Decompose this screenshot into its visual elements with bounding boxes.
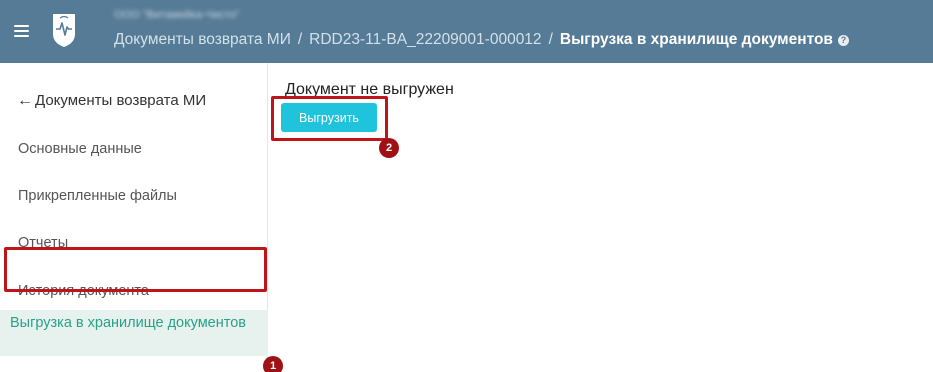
hamburger-menu-icon[interactable] [14,20,34,42]
sidebar: ← Документы возврата МИ Основные данные П… [0,63,268,372]
highlight-frame-1 [4,247,267,292]
highlight-frame-2 [271,96,388,141]
help-icon[interactable]: ? [837,35,849,46]
organization-name: ООО "Витамейка-Чисто" [114,9,240,21]
breadcrumb-separator: / [297,31,303,48]
app-logo-icon [53,14,75,47]
breadcrumb: Документы возврата МИ / RDD23-11-BA_222090… [114,30,849,50]
step-marker-2: 2 [379,138,399,158]
breadcrumb-parent-link[interactable]: Документы возврата МИ [114,31,291,48]
sidebar-item-document-storage-upload[interactable]: Выгрузка в хранилище документов [0,310,268,356]
breadcrumb-document-link[interactable]: RDD23-11-BA_22209001-000012 [309,31,541,48]
breadcrumb-current-page: Выгрузка в хранилище документов [559,31,833,48]
top-bar: ООО "Витамейка-Чисто" Документы возврата… [0,0,933,63]
back-arrow-icon: ← [17,92,33,109]
step-marker-1: 1 [263,356,283,372]
sidebar-item-attached-files[interactable]: Прикрепленные файлы [18,186,177,206]
sidebar-item-label: Выгрузка в хранилище документов [10,315,246,331]
sidebar-item-main-data[interactable]: Основные данные [18,139,142,159]
back-link-label: Документы возврата МИ [35,92,207,109]
back-to-returns-link[interactable]: ← Документы возврата МИ [17,91,206,111]
breadcrumb-separator: / [548,31,553,48]
